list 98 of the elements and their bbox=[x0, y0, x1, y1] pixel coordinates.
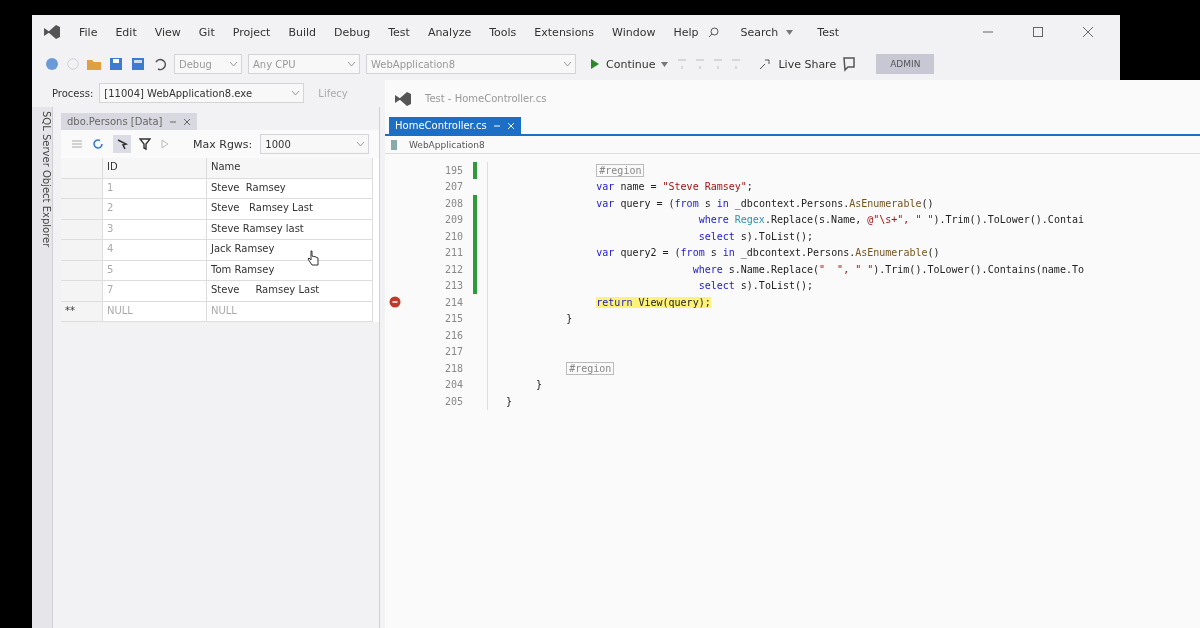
menu-item[interactable]: Test bbox=[379, 25, 419, 39]
code-line: select s).ToList(); bbox=[698, 230, 814, 242]
menu-item[interactable]: Git bbox=[189, 25, 224, 39]
column-header[interactable]: ID bbox=[103, 158, 207, 179]
table-cell: 3 bbox=[103, 219, 207, 240]
line-number: 217 bbox=[443, 346, 463, 358]
save-icon[interactable] bbox=[108, 56, 124, 72]
code-line: where s.Name.Replace(" ", " ").Trim().ToLower().Contains(name.To bbox=[692, 263, 1084, 275]
continue-button[interactable]: Continue bbox=[606, 57, 656, 71]
line-number: 216 bbox=[443, 329, 463, 341]
code-line: var query2 = (from s in _dbcontext.Persons.AsEnumerable() bbox=[596, 247, 940, 259]
row-header-cell[interactable] bbox=[61, 260, 103, 281]
line-number: 195 bbox=[443, 164, 463, 176]
code-line: } bbox=[506, 395, 513, 407]
share-icon[interactable] bbox=[758, 57, 773, 71]
code-line: } bbox=[536, 379, 543, 391]
back-icon[interactable] bbox=[44, 56, 60, 72]
table-cell: NULL bbox=[103, 301, 207, 322]
search-button[interactable]: Search bbox=[732, 25, 787, 39]
line-number: 218 bbox=[443, 362, 463, 374]
max-rows-label: Max Rgws: bbox=[193, 137, 253, 151]
play-icon[interactable] bbox=[159, 138, 171, 150]
menu-item[interactable]: Edit bbox=[106, 25, 146, 39]
table-cell: Steve Ramsey Last bbox=[207, 199, 373, 220]
caret-icon[interactable] bbox=[357, 141, 364, 147]
code-line: where Regex.Replace(s.Name, @"\s+", " ").Trim().ToLower().Contai bbox=[698, 214, 1084, 226]
breakpoint-icon[interactable] bbox=[389, 296, 401, 309]
menu-item[interactable]: Project bbox=[223, 25, 280, 39]
admin-button[interactable]: ADMIN bbox=[876, 54, 935, 74]
line-number: 214 bbox=[443, 296, 463, 308]
caret-icon[interactable] bbox=[661, 61, 669, 67]
refresh-icon[interactable] bbox=[91, 137, 105, 151]
process-dropdown[interactable]: [11004] WebApplication8.exe bbox=[99, 83, 305, 103]
table-cell: Steve Ramsey bbox=[207, 178, 373, 199]
line-number: 210 bbox=[443, 230, 463, 242]
max-rows-dropdown[interactable]: 1000 bbox=[260, 134, 369, 154]
close-icon[interactable] bbox=[182, 117, 191, 126]
line-number: 204 bbox=[443, 379, 463, 391]
line-number: 213 bbox=[443, 280, 463, 292]
menu-item[interactable]: File bbox=[70, 25, 107, 39]
menu-item[interactable]: Help bbox=[664, 25, 708, 39]
table-cell: 7 bbox=[103, 281, 207, 302]
line-number: 212 bbox=[443, 263, 463, 275]
line-number: 208 bbox=[443, 197, 463, 209]
document-tab[interactable]: dbo.Persons [Data] bbox=[61, 113, 197, 130]
code-line: var name = "Steve Ramsey"; bbox=[596, 181, 753, 193]
table-cell: Steve Ramsey Last bbox=[207, 281, 373, 302]
row-header-cell[interactable]: ** bbox=[61, 301, 103, 322]
project-dropdown[interactable]: WebApplication8 bbox=[391, 139, 485, 150]
line-number: 207 bbox=[443, 181, 463, 193]
caret-icon[interactable] bbox=[230, 61, 237, 67]
table-cell: 4 bbox=[103, 240, 207, 261]
menu-item[interactable]: Extensions bbox=[525, 25, 604, 39]
grid-icon[interactable] bbox=[71, 138, 83, 150]
caret-icon[interactable] bbox=[348, 61, 355, 67]
menu-item[interactable]: Window bbox=[603, 25, 665, 39]
table-cell: 5 bbox=[103, 260, 207, 281]
menu-item[interactable]: View bbox=[145, 25, 190, 39]
line-number: 209 bbox=[443, 214, 463, 226]
search-icon[interactable] bbox=[707, 26, 719, 38]
logo-icon bbox=[393, 90, 413, 107]
save-all-icon[interactable] bbox=[130, 56, 146, 72]
undo-icon[interactable] bbox=[152, 56, 168, 72]
caret-icon[interactable] bbox=[786, 29, 794, 35]
menu-item[interactable]: Debug bbox=[325, 25, 380, 39]
forward-icon[interactable] bbox=[66, 57, 80, 71]
side-tab[interactable]: SQL Server Object Explorer bbox=[32, 107, 53, 628]
table-cell: Steve Ramsey last bbox=[207, 219, 373, 240]
caret-icon[interactable] bbox=[292, 90, 300, 96]
column-header[interactable]: Name bbox=[207, 158, 373, 179]
feedback-icon[interactable] bbox=[842, 56, 857, 72]
process-label: Process: bbox=[52, 87, 94, 99]
window-title: Test - HomeController.cs bbox=[425, 93, 547, 104]
file-tab[interactable]: HomeController.cs bbox=[389, 117, 521, 134]
live-share-button[interactable]: Live Share bbox=[778, 57, 837, 71]
line-number: 205 bbox=[443, 395, 463, 407]
hand-cursor-icon bbox=[307, 250, 319, 266]
code-line: var query = (from s in _dbcontext.Persons.AsEnumerable() bbox=[596, 197, 934, 209]
menu-item[interactable]: Build bbox=[279, 25, 325, 39]
row-header-cell[interactable] bbox=[61, 281, 103, 302]
line-number: 211 bbox=[443, 247, 463, 259]
code-line: } bbox=[566, 313, 573, 325]
menu-item[interactable]: Tools bbox=[480, 25, 526, 39]
table-cell: NULL bbox=[207, 301, 373, 322]
logo-icon bbox=[42, 24, 62, 40]
line-number: 215 bbox=[443, 313, 463, 325]
table-cell: 2 bbox=[103, 199, 207, 220]
filter-icon[interactable] bbox=[139, 137, 151, 151]
table-cell: 1 bbox=[103, 178, 207, 199]
caret-icon[interactable] bbox=[564, 61, 571, 67]
solution-name: Test bbox=[817, 25, 839, 39]
row-header-cell[interactable] bbox=[61, 219, 103, 240]
code-line: select s).ToList(); bbox=[698, 280, 814, 292]
row-header-cell[interactable] bbox=[61, 240, 103, 261]
play-icon[interactable] bbox=[590, 58, 600, 70]
menu-item[interactable]: Analyze bbox=[418, 25, 481, 39]
row-header-cell[interactable] bbox=[61, 199, 103, 220]
row-header-cell[interactable] bbox=[61, 178, 103, 199]
